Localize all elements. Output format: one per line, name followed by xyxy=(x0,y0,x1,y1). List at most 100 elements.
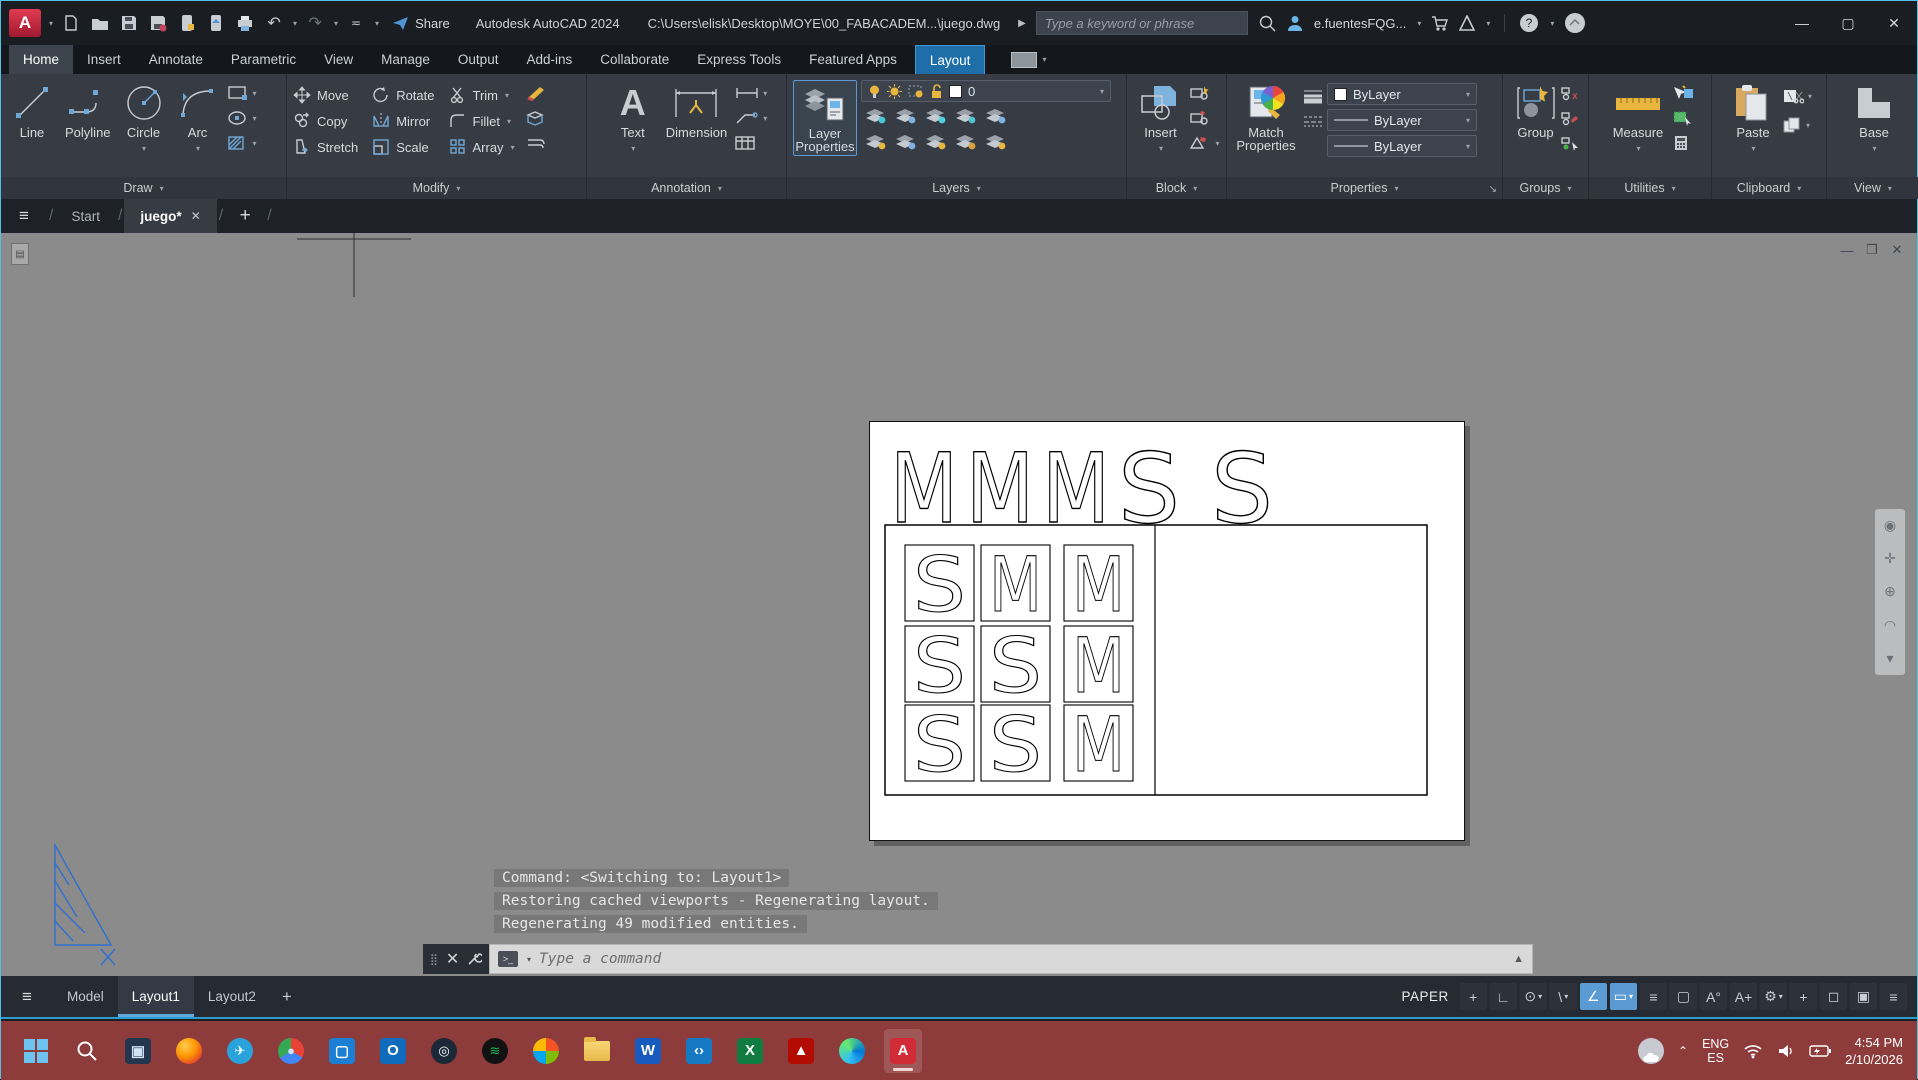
viewport-tool-icon[interactable]: ▤ xyxy=(11,243,29,265)
autoscale-annotation-icon[interactable]: A+ xyxy=(1730,983,1757,1010)
ribbon-tab-home[interactable]: Home xyxy=(9,45,74,74)
group-selection-icon[interactable] xyxy=(1560,133,1580,153)
polyline-button[interactable]: Polyline xyxy=(61,80,115,142)
base-caret-icon[interactable]: ▾ xyxy=(1872,142,1876,156)
drawing-canvas[interactable]: ▤ — ❐ ✕ M M M S S S M M S S M S S M ◉ ✛ … xyxy=(1,233,1917,976)
workspace-switching-icon[interactable]: + xyxy=(1790,983,1817,1010)
model-tab[interactable]: Model xyxy=(53,976,118,1017)
annotation-visibility-icon[interactable]: A° xyxy=(1700,983,1727,1010)
insert-button[interactable]: Insert ▾ xyxy=(1135,80,1185,158)
ungroup-icon[interactable]: x xyxy=(1560,83,1580,103)
taskbar-acrobat-icon[interactable]: ▲ xyxy=(782,1029,820,1073)
taskbar-outlook-icon[interactable]: O xyxy=(374,1029,412,1073)
search-expand-icon[interactable]: ▶ xyxy=(1018,18,1026,29)
language-indicator[interactable]: ENG ES xyxy=(1702,1037,1729,1065)
help-caret-icon[interactable]: ▾ xyxy=(1550,19,1554,28)
group-button[interactable]: Group xyxy=(1514,80,1558,142)
view-panel-label[interactable]: View ▾ xyxy=(1827,177,1918,199)
ribbon-tab-add-ins[interactable]: Add-ins xyxy=(512,45,586,74)
open-folder-icon[interactable] xyxy=(89,12,111,34)
modify-panel-label[interactable]: Modify ▾ xyxy=(287,177,586,199)
isolate-objects-icon[interactable]: ◻ xyxy=(1820,983,1847,1010)
object-color-combo[interactable]: ByLayer ▾ xyxy=(1327,83,1477,105)
copy-button[interactable]: Copy xyxy=(293,110,358,132)
wifi-icon[interactable] xyxy=(1743,1043,1763,1059)
file-tabs-menu-icon[interactable]: ≡ xyxy=(1,199,47,233)
measure-button[interactable]: Measure ▾ xyxy=(1608,80,1668,158)
clean-screen-icon[interactable]: ▣ xyxy=(1850,983,1877,1010)
navbar-menu-icon[interactable]: ▾ xyxy=(1886,650,1893,667)
layout2-tab[interactable]: Layout2 xyxy=(194,976,270,1017)
layer-tool-icon[interactable] xyxy=(864,133,888,156)
annotation-panel-label[interactable]: Annotation ▾ xyxy=(587,177,786,199)
taskbar-steam-icon[interactable]: ◎ xyxy=(425,1029,463,1073)
new-drawing-tab-button[interactable]: + xyxy=(225,199,265,233)
rectangle-tool-icon[interactable]: ▾ xyxy=(227,83,257,103)
customization-menu-icon[interactable]: ≡ xyxy=(1880,983,1907,1010)
isometric-drafting-icon[interactable]: \ ▾ xyxy=(1549,983,1577,1010)
copy-clip-icon[interactable]: ▾ xyxy=(1782,115,1812,135)
taskbar-search-icon[interactable] xyxy=(68,1029,106,1073)
maximize-button[interactable]: ▢ xyxy=(1825,1,1871,45)
arc-button[interactable]: Arc ▾ xyxy=(173,80,223,158)
save-as-icon[interactable] xyxy=(147,12,169,34)
clipboard-panel-label[interactable]: Clipboard ▾ xyxy=(1712,177,1826,199)
keyword-search-input[interactable]: Type a keyword or phrase xyxy=(1035,11,1248,35)
command-bar-grip[interactable]: ⣿ ✕ xyxy=(423,944,489,974)
app-menu-caret-icon[interactable]: ▾ xyxy=(49,19,53,28)
ribbon-display-toggle[interactable]: ▾ xyxy=(1011,45,1046,74)
ribbon-tab-layout[interactable]: Layout xyxy=(914,45,986,74)
layer-tool-icon[interactable] xyxy=(984,107,1008,130)
quick-select-icon[interactable] xyxy=(1672,83,1694,103)
cart-icon[interactable] xyxy=(1431,15,1449,31)
base-button[interactable]: Base ▾ xyxy=(1848,80,1900,158)
autodesk-icon[interactable] xyxy=(1459,15,1476,31)
layout-paper[interactable]: M M M S S S M M S S M S S M xyxy=(869,421,1465,841)
block-attributes-icon[interactable]: ▾ xyxy=(1189,133,1220,153)
taskbar-word-icon[interactable]: W xyxy=(629,1029,667,1073)
layer-properties-button[interactable]: Layer Properties xyxy=(793,80,857,156)
groups-panel-label[interactable]: Groups ▾ xyxy=(1503,177,1588,199)
taskbar-clock[interactable]: 4:54 PM 2/10/2026 xyxy=(1845,1034,1903,1068)
file-tab-start[interactable]: Start xyxy=(55,199,116,233)
help-icon[interactable]: ? xyxy=(1519,13,1539,33)
leader-icon[interactable]: ▾ xyxy=(735,108,767,128)
object-snap-icon[interactable]: ▭ ▾ xyxy=(1609,983,1637,1010)
redo-caret-icon[interactable]: ▾ xyxy=(334,19,338,28)
taskbar-firefox-icon[interactable] xyxy=(170,1029,208,1073)
undo-icon[interactable]: ↶ xyxy=(263,12,285,34)
close-button[interactable]: ✕ xyxy=(1871,1,1917,45)
layout1-tab[interactable]: Layout1 xyxy=(117,976,194,1017)
file-tab-close-icon[interactable]: ✕ xyxy=(191,209,201,223)
cut-icon[interactable]: ▾ xyxy=(1782,86,1812,106)
layer-tool-icon[interactable] xyxy=(924,133,948,156)
snap-mode-icon[interactable]: + xyxy=(1459,983,1487,1010)
move-button[interactable]: Move xyxy=(293,84,358,106)
paste-caret-icon[interactable]: ▾ xyxy=(1751,142,1755,156)
quick-calculator-icon[interactable] xyxy=(1672,133,1694,153)
autocad-app-icon[interactable]: A xyxy=(9,9,41,37)
layers-panel-label[interactable]: Layers ▾ xyxy=(787,177,1126,199)
taskbar-autocad-icon[interactable]: A xyxy=(884,1028,922,1073)
arc-caret-icon[interactable]: ▾ xyxy=(196,142,200,156)
create-block-icon[interactable] xyxy=(1189,83,1219,103)
block-panel-label[interactable]: Block ▾ xyxy=(1127,177,1226,199)
circle-button[interactable]: Circle ▾ xyxy=(119,80,169,158)
array-button[interactable]: Array ▾ xyxy=(449,136,515,158)
save-icon[interactable] xyxy=(118,12,140,34)
dim-linear-icon[interactable]: ▾ xyxy=(735,83,767,103)
ribbon-tab-annotate[interactable]: Annotate xyxy=(135,45,217,74)
layer-tool-icon[interactable] xyxy=(954,133,978,156)
viewport-minimize-icon[interactable]: — xyxy=(1839,243,1855,258)
trim-button[interactable]: Trim ▾ xyxy=(449,84,515,106)
erase-tool-icon[interactable] xyxy=(525,83,547,103)
rotate-button[interactable]: Rotate xyxy=(372,84,435,106)
search-icon[interactable] xyxy=(1258,14,1276,32)
redo-icon[interactable]: ↷ xyxy=(304,12,326,34)
annotation-scale-icon[interactable]: ⚙ ▾ xyxy=(1760,983,1787,1010)
minimize-button[interactable]: — xyxy=(1779,1,1825,45)
dimension-button[interactable]: Dimension xyxy=(662,80,731,142)
command-customize-icon[interactable] xyxy=(466,951,483,967)
ellipse-tool-icon[interactable]: ▾ xyxy=(227,108,257,128)
draw-panel-label[interactable]: Draw ▾ xyxy=(1,177,286,199)
